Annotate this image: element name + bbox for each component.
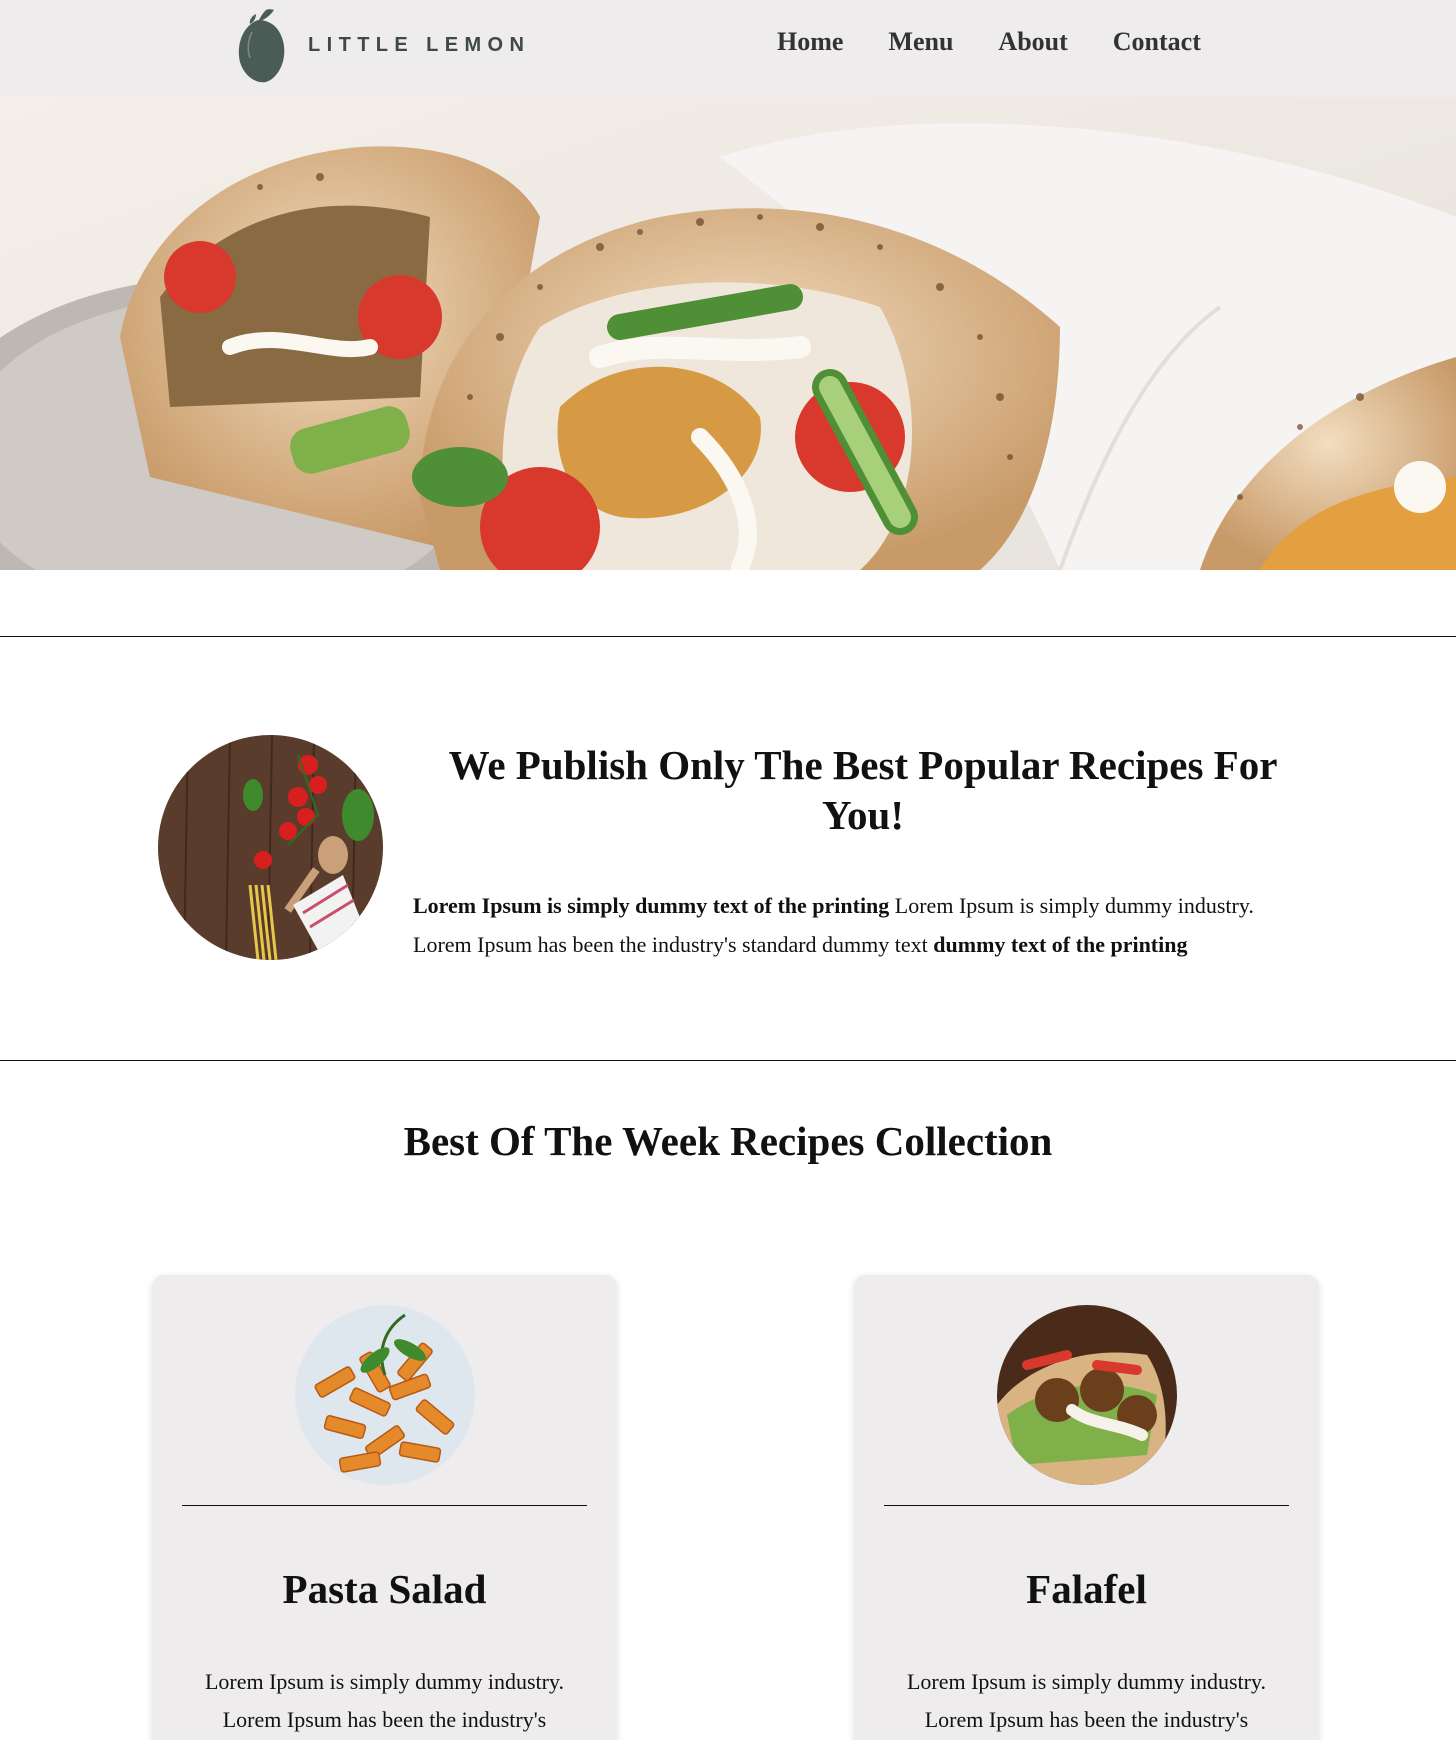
brand-name: LITTLE LEMON [308,33,531,56]
site-header: LITTLE LEMON Home Menu About Contact [0,0,1456,97]
nav-contact[interactable]: Contact [1113,27,1201,57]
logo[interactable]: LITTLE LEMON [236,6,530,84]
intro-image [158,735,383,960]
divider [0,636,1456,637]
card-title: Falafel [1026,1566,1147,1612]
hero-image [0,97,1456,570]
card-title: Pasta Salad [282,1566,487,1612]
card-divider [884,1505,1289,1506]
card-description: Lorem Ipsum is simply dummy industry. Lo… [204,1669,565,1732]
falafel-image [997,1305,1177,1485]
section-title: Best Of The Week Recipes Collection [403,1118,1053,1164]
main-nav: Home Menu About Contact [777,27,1246,57]
pasta-image [295,1305,475,1485]
lemon-icon [238,9,285,83]
card-divider [182,1505,587,1506]
nav-menu[interactable]: Menu [888,27,953,57]
recipe-card[interactable]: Falafel Lorem Ipsum is simply dummy indu… [854,1275,1319,1740]
nav-home[interactable]: Home [777,27,843,57]
recipe-card[interactable]: Pasta Salad Lorem Ipsum is simply dummy … [152,1275,617,1740]
intro-body: Lorem Ipsum is simply dummy text of the … [413,886,1293,964]
divider [0,1060,1456,1061]
intro-title: We Publish Only The Best Popular Recipes… [448,742,1278,838]
card-description: Lorem Ipsum is simply dummy industry. Lo… [906,1669,1267,1732]
intro-bold-text-2: dummy text of the printing [933,932,1188,957]
intro-bold-text: Lorem Ipsum is simply dummy text of the … [413,893,890,918]
nav-about[interactable]: About [998,27,1067,57]
